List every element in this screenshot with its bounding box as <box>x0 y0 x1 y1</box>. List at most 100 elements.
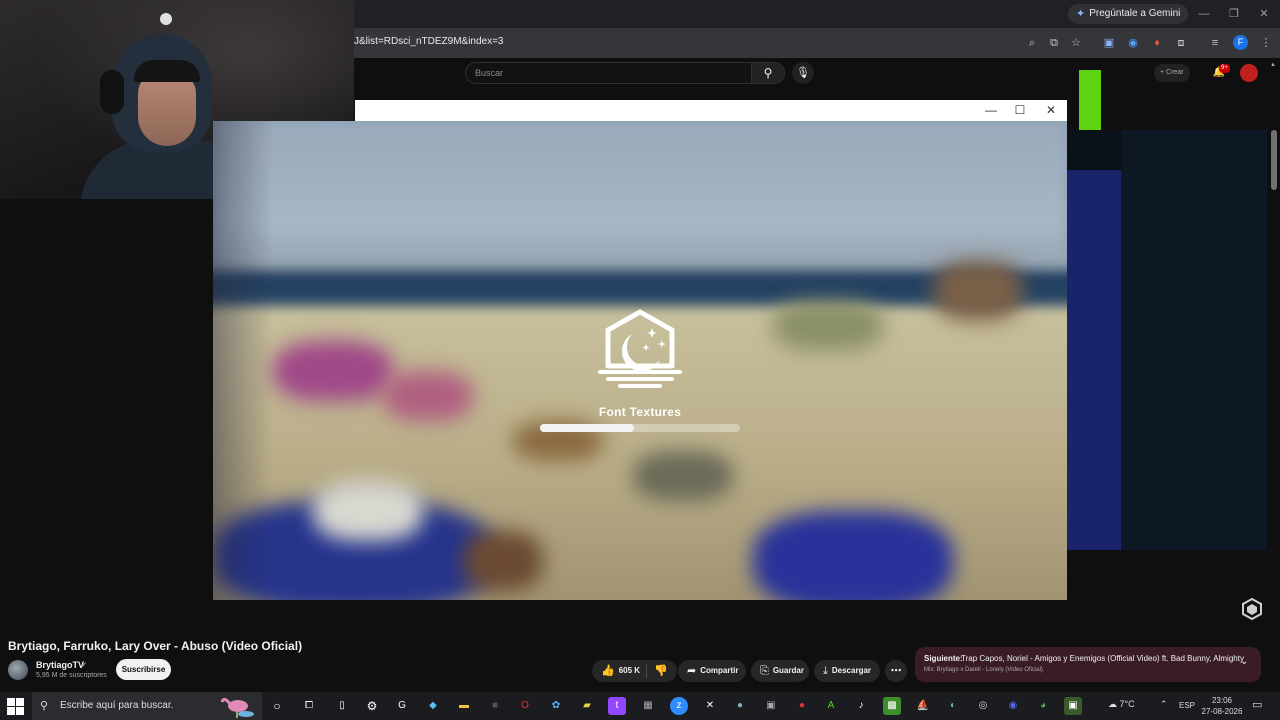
opera-icon[interactable]: O <box>516 697 534 715</box>
app-boat-icon[interactable]: ⛵ <box>914 697 932 715</box>
app-circle-icon[interactable]: ◎ <box>974 697 992 715</box>
app-round-icon[interactable]: ● <box>731 697 749 715</box>
extension-blue-icon[interactable]: ◉ <box>1124 34 1142 52</box>
notifications-badge: 9+ <box>1219 64 1230 73</box>
browser-restore-icon[interactable]: ❐ <box>1226 6 1242 22</box>
webcam-headphones <box>100 70 124 114</box>
windows-start-icon[interactable] <box>6 697 24 715</box>
blurred-blue-block <box>753 511 953 600</box>
moon-house-logo-icon <box>598 309 682 388</box>
file-explorer-icon[interactable]: ▬ <box>455 697 473 715</box>
zoom-app-icon[interactable]: z <box>670 697 688 715</box>
extension-red-icon[interactable]: ♦ <box>1148 34 1166 52</box>
search-highlight-flamingo-icon[interactable] <box>216 694 256 718</box>
left-shade <box>213 121 273 600</box>
game-close-icon[interactable]: ✕ <box>1039 100 1063 120</box>
cloud-icon: ☁ <box>1108 699 1117 709</box>
blurred-bush <box>773 301 883 351</box>
loading-title: Font Textures <box>598 405 682 419</box>
up-next-card[interactable] <box>915 647 1261 682</box>
chrome-icon[interactable]: ◕ <box>1034 697 1052 715</box>
mouse-cursor-icon: ↖ <box>829 98 838 109</box>
media-controls-icon[interactable]: ≡ <box>1206 34 1224 52</box>
app-gray-icon[interactable]: ■ <box>486 697 504 715</box>
app-box-icon[interactable]: ▣ <box>762 697 780 715</box>
share-arrow-icon: ➦ <box>687 665 697 677</box>
search-icon[interactable]: ⚲ <box>751 62 785 84</box>
thumbs-down-icon[interactable]: 👎 <box>652 660 670 682</box>
save-button[interactable]: ⎘ Guardar <box>751 660 809 682</box>
task-view-icon[interactable]: ⧠ <box>300 697 318 715</box>
channel-name[interactable]: BrytiagoTV <box>36 660 84 670</box>
up-next-title[interactable]: Trap Capos, Noriel - Amigos y Enemigos (… <box>961 654 1244 663</box>
cortana-circle-icon[interactable]: ○ <box>268 697 286 715</box>
tray-date: 27-08-2026 <box>1201 707 1243 716</box>
channel-avatar[interactable] <box>8 660 28 680</box>
sticky-notes-icon[interactable]: ▰ <box>578 697 596 715</box>
tiktok-icon[interactable]: ♪ <box>852 697 870 715</box>
webcam-person-hair <box>134 60 200 82</box>
download-label: Descargar <box>831 666 872 675</box>
share-button[interactable]: ➦ Compartir <box>678 660 746 682</box>
youtube-search-input[interactable]: Buscar <box>465 62 751 84</box>
watermark-hex-icon <box>1242 598 1262 620</box>
copilot-icon[interactable]: ✿ <box>547 697 565 715</box>
microphone-icon[interactable]: 🎙 <box>792 62 814 84</box>
address-bar-url[interactable]: J&list=RDsci_nTDEZ9M&index=3 <box>354 36 504 47</box>
like-count: 605 K <box>618 666 641 675</box>
profile-avatar[interactable]: F <box>1233 35 1248 50</box>
create-button[interactable]: + Crear <box>1154 64 1190 82</box>
taskbar-search-icon: ⚲ <box>40 700 49 712</box>
app-store-icon[interactable]: ◆ <box>424 697 442 715</box>
game-minimize-icon[interactable]: — <box>979 100 1003 120</box>
settings-gear-icon[interactable]: ⚙ <box>363 697 381 715</box>
gemini-button[interactable]: ✦ Pregúntale a Gemini <box>1068 4 1189 24</box>
tray-weather[interactable]: ☁ 7°C <box>1108 699 1135 710</box>
thumbs-up-icon: 👍 <box>601 665 615 677</box>
tray-chevron-up-icon[interactable]: ⌃ <box>1160 699 1168 710</box>
blurred-sky <box>213 121 1067 291</box>
gemini-sparkle-icon: ✦ <box>1076 8 1086 20</box>
app-green-a-icon[interactable]: A <box>822 697 840 715</box>
blurred-coral <box>273 341 393 401</box>
game-window-titlebar[interactable] <box>355 100 1067 121</box>
save-label: Guardar <box>772 666 804 675</box>
chevron-down-icon[interactable]: ⌄ <box>1240 656 1248 667</box>
tray-language[interactable]: ESP <box>1179 701 1195 710</box>
share-label: Compartir <box>700 666 739 675</box>
zoom-icon[interactable]: ⌕ <box>1023 34 1041 52</box>
more-actions-icon[interactable]: ⋯ <box>885 660 907 682</box>
blurred-coral <box>383 371 473 421</box>
blurred-wood <box>463 531 543 591</box>
notification-center-icon[interactable]: ▭ <box>1252 698 1262 711</box>
steam-icon[interactable]: ◐ <box>944 697 962 715</box>
video-background-inner <box>1121 130 1267 550</box>
page-scrollbar[interactable] <box>1271 130 1277 190</box>
app-g-icon[interactable]: G <box>393 697 411 715</box>
browser-menu-icon[interactable]: ⋮ <box>1257 34 1275 52</box>
browser-minimize-icon[interactable]: — <box>1196 6 1212 22</box>
tray-clock[interactable]: 23:06 27-08-2026 <box>1200 695 1244 717</box>
scroll-up-arrow-icon[interactable]: ▲ <box>1270 62 1276 68</box>
minecraft-icon[interactable]: ▩ <box>883 697 901 715</box>
youtube-account-avatar[interactable] <box>1240 64 1258 82</box>
app-x-icon[interactable]: ✕ <box>701 697 719 715</box>
webcam-ceiling-light <box>160 13 172 25</box>
discord-icon[interactable]: ◉ <box>1004 697 1022 715</box>
install-app-icon[interactable]: ⧉ <box>1045 34 1063 52</box>
tray-time: 23:06 <box>1211 696 1233 705</box>
app-red-icon[interactable]: ● <box>793 697 811 715</box>
notepad-icon[interactable]: ▯ <box>333 697 351 715</box>
app-grid-icon[interactable]: ▦ <box>639 697 657 715</box>
webcam-person-face <box>138 72 196 146</box>
twitch-icon[interactable]: t <box>608 697 626 715</box>
subscribe-button[interactable]: Suscribirse <box>116 659 171 680</box>
translate-extension-icon[interactable]: ▣ <box>1100 34 1118 52</box>
bookmark-star-icon[interactable]: ☆ <box>1067 34 1085 52</box>
game-maximize-icon[interactable]: ☐ <box>1008 100 1032 120</box>
bookmark-icon: ⎘ <box>760 665 769 677</box>
extensions-puzzle-icon[interactable]: ⧈ <box>1172 34 1190 52</box>
download-button[interactable]: ⤓ Descargar <box>814 660 880 682</box>
browser-close-icon[interactable]: ✕ <box>1256 6 1272 22</box>
minecraft-launcher-icon[interactable]: ▣ <box>1064 697 1082 715</box>
